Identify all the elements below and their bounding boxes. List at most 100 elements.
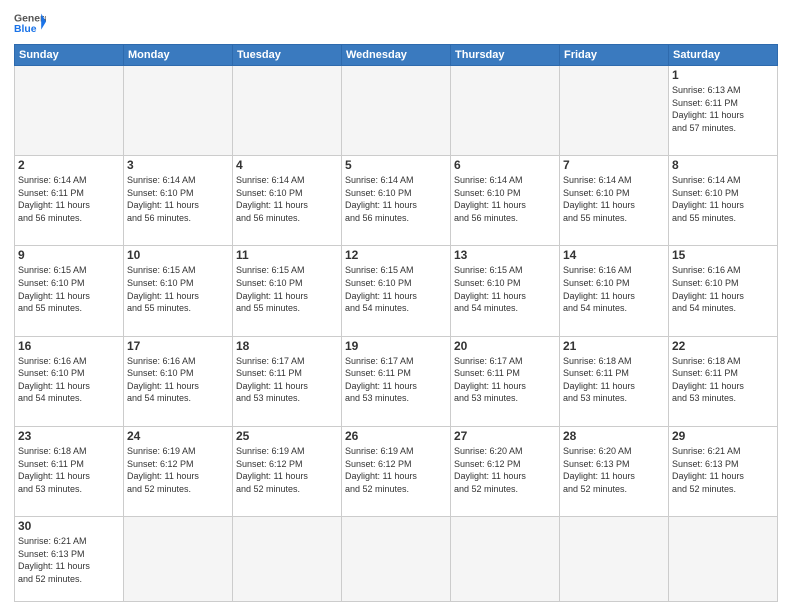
day-info: Sunrise: 6:15 AM Sunset: 6:10 PM Dayligh… <box>236 264 338 314</box>
day-info: Sunrise: 6:19 AM Sunset: 6:12 PM Dayligh… <box>127 445 229 495</box>
calendar-cell: 13Sunrise: 6:15 AM Sunset: 6:10 PM Dayli… <box>451 246 560 336</box>
calendar-cell: 20 Sunrise: 6:17 AM Sunset: 6:11 PM Dayli… <box>451 336 560 426</box>
weekday-header-sunday: Sunday <box>15 45 124 66</box>
day-number: 23 <box>18 429 120 443</box>
calendar-cell <box>124 517 233 602</box>
day-number: 16 <box>18 339 120 353</box>
calendar-cell <box>233 517 342 602</box>
calendar-cell: 8Sunrise: 6:14 AM Sunset: 6:10 PM Daylig… <box>669 156 778 246</box>
weekday-header-friday: Friday <box>560 45 669 66</box>
calendar-cell: 5Sunrise: 6:14 AM Sunset: 6:10 PM Daylig… <box>342 156 451 246</box>
day-number: 4 <box>236 158 338 172</box>
calendar-cell: 6 Sunrise: 6:14 AM Sunset: 6:10 PM Daylig… <box>451 156 560 246</box>
week-row-5: 30 Sunrise: 6:21 AM Sunset: 6:13 PM Dayli… <box>15 517 778 602</box>
day-number: 18 <box>236 339 338 353</box>
page: General Blue SundayMondayTuesdayWednesda… <box>0 0 792 612</box>
calendar-cell <box>451 66 560 156</box>
day-info: Sunrise: 6:19 AM Sunset: 6:12 PM Dayligh… <box>236 445 338 495</box>
day-info: Sunrise: 6:16 AM Sunset: 6:10 PM Dayligh… <box>563 264 665 314</box>
day-info: Sunrise: 6:18 AM Sunset: 6:11 PM Dayligh… <box>18 445 120 495</box>
calendar-cell: 27 Sunrise: 6:20 AM Sunset: 6:12 PM Dayli… <box>451 426 560 516</box>
day-number: 15 <box>672 248 774 262</box>
calendar-cell <box>560 66 669 156</box>
day-info: Sunrise: 6:14 AM Sunset: 6:10 PM Dayligh… <box>127 174 229 224</box>
day-number: 20 <box>454 339 556 353</box>
day-number: 26 <box>345 429 447 443</box>
calendar-cell <box>15 66 124 156</box>
day-info: Sunrise: 6:21 AM Sunset: 6:13 PM Dayligh… <box>672 445 774 495</box>
day-number: 19 <box>345 339 447 353</box>
calendar-cell <box>124 66 233 156</box>
calendar-cell: 21 Sunrise: 6:18 AM Sunset: 6:11 PM Dayli… <box>560 336 669 426</box>
day-info: Sunrise: 6:20 AM Sunset: 6:13 PM Dayligh… <box>563 445 665 495</box>
week-row-2: 9Sunrise: 6:15 AM Sunset: 6:10 PM Daylig… <box>15 246 778 336</box>
day-number: 30 <box>18 519 120 533</box>
day-number: 22 <box>672 339 774 353</box>
day-number: 17 <box>127 339 229 353</box>
calendar-cell: 25 Sunrise: 6:19 AM Sunset: 6:12 PM Dayli… <box>233 426 342 516</box>
day-info: Sunrise: 6:20 AM Sunset: 6:12 PM Dayligh… <box>454 445 556 495</box>
day-number: 7 <box>563 158 665 172</box>
day-info: Sunrise: 6:14 AM Sunset: 6:11 PM Dayligh… <box>18 174 120 224</box>
weekday-header-wednesday: Wednesday <box>342 45 451 66</box>
calendar-cell: 9Sunrise: 6:15 AM Sunset: 6:10 PM Daylig… <box>15 246 124 336</box>
day-number: 28 <box>563 429 665 443</box>
week-row-0: 1Sunrise: 6:13 AM Sunset: 6:11 PM Daylig… <box>15 66 778 156</box>
day-number: 5 <box>345 158 447 172</box>
week-row-1: 2Sunrise: 6:14 AM Sunset: 6:11 PM Daylig… <box>15 156 778 246</box>
day-number: 21 <box>563 339 665 353</box>
calendar-cell: 23 Sunrise: 6:18 AM Sunset: 6:11 PM Dayli… <box>15 426 124 516</box>
weekday-header-thursday: Thursday <box>451 45 560 66</box>
day-info: Sunrise: 6:18 AM Sunset: 6:11 PM Dayligh… <box>672 355 774 405</box>
calendar-cell <box>669 517 778 602</box>
calendar-cell: 18 Sunrise: 6:17 AM Sunset: 6:11 PM Dayli… <box>233 336 342 426</box>
calendar-cell: 12Sunrise: 6:15 AM Sunset: 6:10 PM Dayli… <box>342 246 451 336</box>
calendar-cell <box>342 517 451 602</box>
day-info: Sunrise: 6:14 AM Sunset: 6:10 PM Dayligh… <box>672 174 774 224</box>
header: General Blue <box>14 10 778 38</box>
svg-text:Blue: Blue <box>14 24 37 35</box>
day-number: 29 <box>672 429 774 443</box>
day-info: Sunrise: 6:15 AM Sunset: 6:10 PM Dayligh… <box>127 264 229 314</box>
day-info: Sunrise: 6:19 AM Sunset: 6:12 PM Dayligh… <box>345 445 447 495</box>
day-number: 27 <box>454 429 556 443</box>
calendar-cell: 28 Sunrise: 6:20 AM Sunset: 6:13 PM Dayli… <box>560 426 669 516</box>
calendar-cell: 19 Sunrise: 6:17 AM Sunset: 6:11 PM Dayli… <box>342 336 451 426</box>
calendar-cell: 1Sunrise: 6:13 AM Sunset: 6:11 PM Daylig… <box>669 66 778 156</box>
day-number: 3 <box>127 158 229 172</box>
day-info: Sunrise: 6:15 AM Sunset: 6:10 PM Dayligh… <box>18 264 120 314</box>
day-info: Sunrise: 6:14 AM Sunset: 6:10 PM Dayligh… <box>454 174 556 224</box>
day-info: Sunrise: 6:21 AM Sunset: 6:13 PM Dayligh… <box>18 535 120 585</box>
day-number: 6 <box>454 158 556 172</box>
calendar-cell: 14 Sunrise: 6:16 AM Sunset: 6:10 PM Dayli… <box>560 246 669 336</box>
day-info: Sunrise: 6:17 AM Sunset: 6:11 PM Dayligh… <box>345 355 447 405</box>
week-row-4: 23 Sunrise: 6:18 AM Sunset: 6:11 PM Dayli… <box>15 426 778 516</box>
day-number: 25 <box>236 429 338 443</box>
calendar-cell <box>451 517 560 602</box>
calendar-cell: 11Sunrise: 6:15 AM Sunset: 6:10 PM Dayli… <box>233 246 342 336</box>
weekday-header-monday: Monday <box>124 45 233 66</box>
calendar-cell: 22 Sunrise: 6:18 AM Sunset: 6:11 PM Dayli… <box>669 336 778 426</box>
calendar-cell: 30 Sunrise: 6:21 AM Sunset: 6:13 PM Dayli… <box>15 517 124 602</box>
day-info: Sunrise: 6:14 AM Sunset: 6:10 PM Dayligh… <box>236 174 338 224</box>
day-info: Sunrise: 6:17 AM Sunset: 6:11 PM Dayligh… <box>236 355 338 405</box>
day-number: 14 <box>563 248 665 262</box>
day-info: Sunrise: 6:13 AM Sunset: 6:11 PM Dayligh… <box>672 84 774 134</box>
calendar-cell: 24Sunrise: 6:19 AM Sunset: 6:12 PM Dayli… <box>124 426 233 516</box>
day-info: Sunrise: 6:14 AM Sunset: 6:10 PM Dayligh… <box>563 174 665 224</box>
day-info: Sunrise: 6:18 AM Sunset: 6:11 PM Dayligh… <box>563 355 665 405</box>
day-info: Sunrise: 6:17 AM Sunset: 6:11 PM Dayligh… <box>454 355 556 405</box>
day-info: Sunrise: 6:15 AM Sunset: 6:10 PM Dayligh… <box>454 264 556 314</box>
calendar-cell <box>342 66 451 156</box>
weekday-header-saturday: Saturday <box>669 45 778 66</box>
week-row-3: 16 Sunrise: 6:16 AM Sunset: 6:10 PM Dayli… <box>15 336 778 426</box>
calendar-cell: 17Sunrise: 6:16 AM Sunset: 6:10 PM Dayli… <box>124 336 233 426</box>
calendar-cell <box>233 66 342 156</box>
calendar-cell: 2Sunrise: 6:14 AM Sunset: 6:11 PM Daylig… <box>15 156 124 246</box>
calendar-cell: 16 Sunrise: 6:16 AM Sunset: 6:10 PM Dayli… <box>15 336 124 426</box>
calendar-cell: 26 Sunrise: 6:19 AM Sunset: 6:12 PM Dayli… <box>342 426 451 516</box>
calendar-table: SundayMondayTuesdayWednesdayThursdayFrid… <box>14 44 778 602</box>
calendar-cell: 29 Sunrise: 6:21 AM Sunset: 6:13 PM Dayli… <box>669 426 778 516</box>
calendar-cell: 15Sunrise: 6:16 AM Sunset: 6:10 PM Dayli… <box>669 246 778 336</box>
day-info: Sunrise: 6:16 AM Sunset: 6:10 PM Dayligh… <box>18 355 120 405</box>
